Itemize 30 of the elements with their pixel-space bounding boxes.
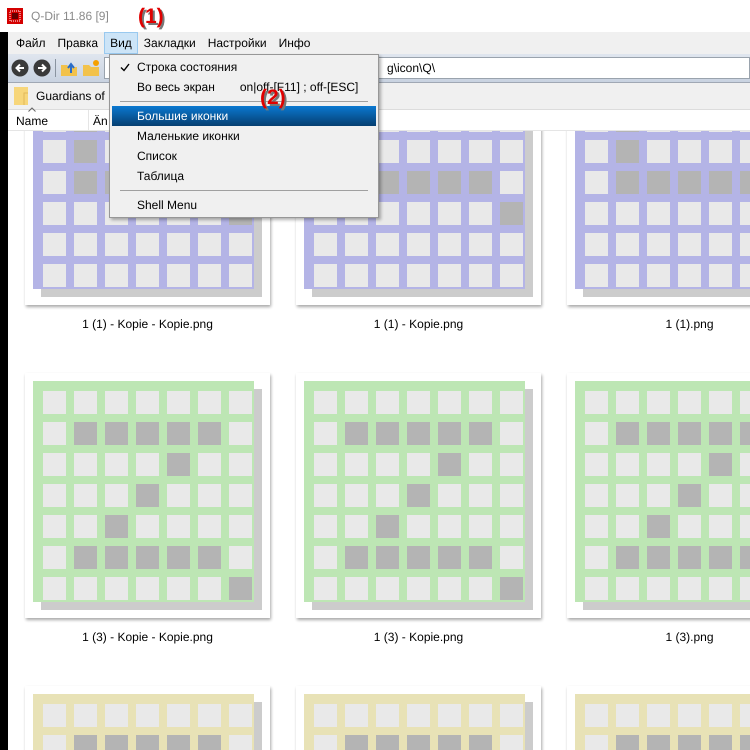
file-name[interactable]: 1 (1).png bbox=[665, 317, 714, 335]
bookmark-label: Guardians of bbox=[36, 89, 105, 103]
app-icon bbox=[7, 8, 23, 24]
menu-item[interactable]: Shell Menu bbox=[112, 195, 376, 215]
file-name[interactable]: 1 (1) - Kopie.png bbox=[374, 317, 464, 335]
menu-bar-item[interactable]: Закладки bbox=[138, 32, 202, 54]
column-header[interactable]: Name bbox=[8, 110, 89, 130]
forward-icon[interactable] bbox=[33, 59, 51, 77]
menu-item[interactable]: Маленькие иконки bbox=[112, 126, 376, 146]
sort-caret-icon bbox=[28, 107, 36, 112]
new-folder-icon[interactable] bbox=[82, 59, 100, 77]
menu-bar-item[interactable]: Настройки bbox=[202, 32, 273, 54]
window-title: Q-Dir 11.86 [9] bbox=[31, 9, 109, 23]
file-name[interactable]: 1 (3) - Kopie - Kopie.png bbox=[82, 630, 213, 648]
menu-item[interactable]: Таблица bbox=[112, 166, 376, 186]
column-header[interactable]: Än bbox=[89, 110, 110, 130]
checkmark-icon bbox=[120, 62, 130, 72]
folder-icon bbox=[14, 87, 28, 105]
bookmark-tab[interactable]: Guardians of bbox=[14, 87, 105, 105]
menu-bar-item[interactable]: Инфо bbox=[272, 32, 316, 54]
menu-bar-item[interactable]: Файл bbox=[10, 32, 52, 54]
menu-bar-item[interactable]: Правка bbox=[52, 32, 104, 54]
step-annotation: (1) bbox=[138, 5, 164, 29]
file-name[interactable]: 1 (3).png bbox=[665, 630, 714, 648]
menu-item[interactable]: Список bbox=[112, 146, 376, 166]
menu-item[interactable]: Строка состояния bbox=[112, 57, 376, 77]
file-name[interactable]: 1 (1) - Kopie - Kopie.png bbox=[82, 317, 213, 335]
file-name[interactable]: 1 (3) - Kopie.png bbox=[374, 630, 464, 648]
menu-bar-item[interactable]: Вид bbox=[104, 32, 138, 54]
back-icon[interactable] bbox=[11, 59, 29, 77]
